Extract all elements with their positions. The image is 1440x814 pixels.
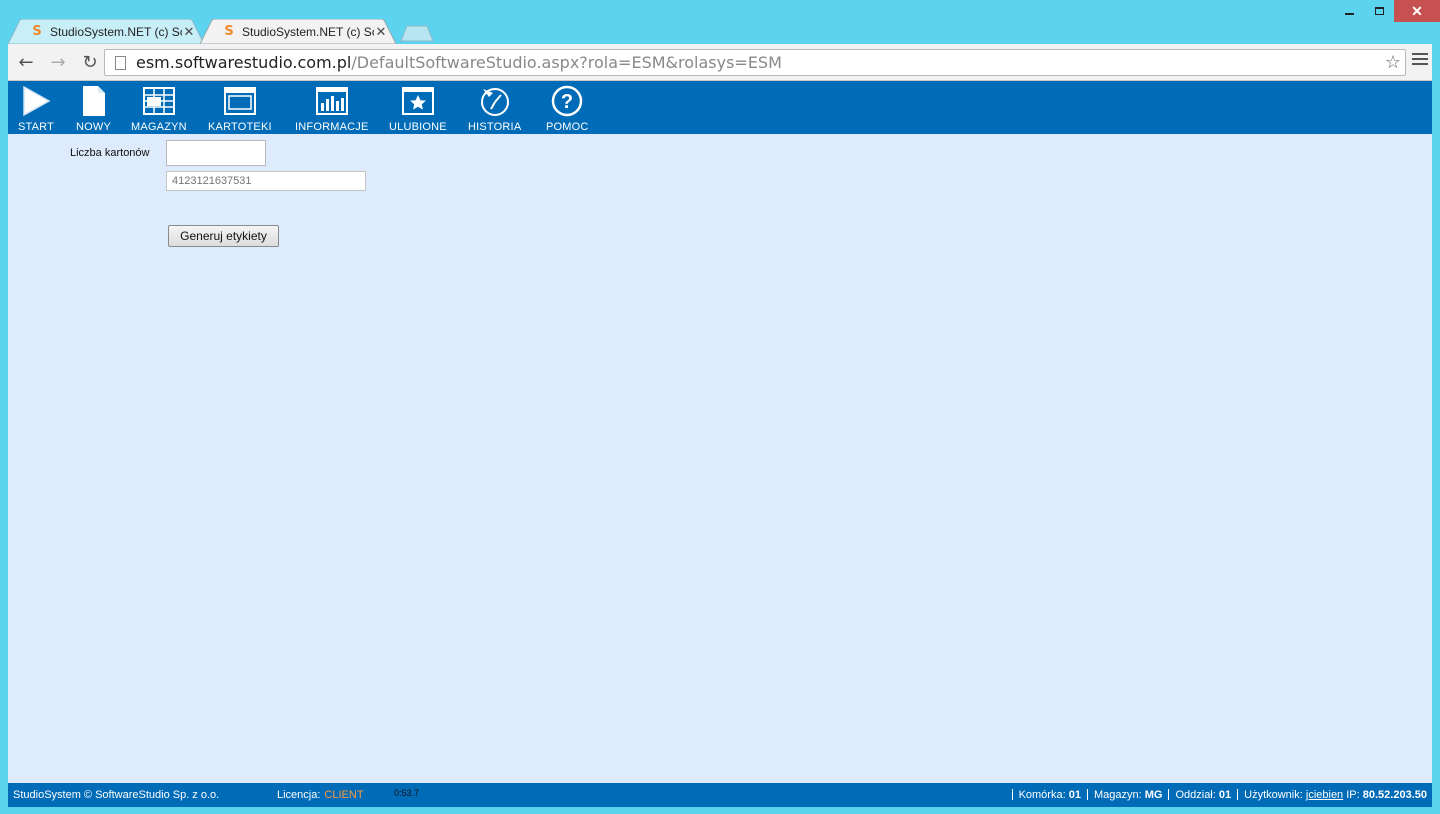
app-navbar: START NOWY MAGAZYN KARTOTEKI INFORMACJE …	[8, 81, 1432, 134]
komorka-value: 01	[1068, 789, 1081, 801]
nav-label: POMOC	[546, 121, 589, 133]
arrow-left-icon: ←	[18, 51, 34, 73]
nav-historia[interactable]: HISTORIA	[468, 84, 521, 133]
history-icon	[478, 84, 512, 118]
bookmark-star-icon[interactable]: ☆	[1385, 52, 1401, 73]
browser-tab-1[interactable]: S StudioSystem.NET (c) Soft ✕	[8, 19, 204, 44]
nav-ulubione[interactable]: ULUBIONE	[389, 84, 447, 133]
browser-tab-2-active[interactable]: S StudioSystem.NET (c) Soft ✕	[200, 19, 396, 44]
reload-button[interactable]: ↻	[76, 48, 104, 76]
studiosystem-favicon-icon: S	[224, 24, 234, 39]
browser-toolbar: ← → ↻ esm.softwarestudio.com.pl/DefaultS…	[8, 44, 1432, 81]
magazyn-value: MG	[1144, 789, 1163, 801]
studiosystem-favicon-icon: S	[32, 24, 42, 39]
license-label: Licencja:	[277, 789, 321, 801]
nav-label: START	[18, 121, 55, 133]
nav-label: INFORMACJE	[295, 121, 369, 133]
arrow-right-icon: →	[50, 51, 66, 73]
url-path: /DefaultSoftwareStudio.aspx?rola=ESM&rol…	[351, 53, 782, 72]
warehouse-grid-icon	[142, 84, 176, 118]
oddzial-label: Oddział:	[1175, 789, 1216, 801]
window-controls: ✕	[1334, 0, 1440, 22]
komorka-label: Komórka:	[1018, 789, 1066, 801]
window-icon	[223, 84, 257, 118]
ip-label: IP:	[1346, 789, 1360, 801]
nav-nowy[interactable]: NOWY	[76, 84, 111, 133]
user-label: Użytkownik:	[1244, 789, 1303, 801]
bar-chart-icon	[315, 84, 349, 118]
nav-pomoc[interactable]: ? POMOC	[546, 84, 589, 133]
nav-start[interactable]: START	[18, 84, 54, 133]
play-icon	[19, 84, 53, 118]
app-container: START NOWY MAGAZYN KARTOTEKI INFORMACJE …	[8, 81, 1432, 807]
cartons-count-input[interactable]	[166, 140, 266, 166]
close-window-button[interactable]: ✕	[1394, 0, 1440, 22]
divider	[1086, 789, 1088, 800]
maximize-button[interactable]	[1364, 0, 1394, 22]
minimize-button[interactable]	[1334, 0, 1364, 22]
nav-label: ULUBIONE	[389, 121, 447, 133]
new-document-icon	[77, 84, 111, 118]
tab-close-icon[interactable]: ✕	[374, 24, 388, 40]
browser-titlebar: S StudioSystem.NET (c) Soft ✕ S StudioSy…	[0, 0, 1440, 44]
footer-copyright: StudioSystem © SoftwareStudio Sp. z o.o.	[13, 789, 220, 801]
nav-informacje[interactable]: INFORMACJE	[295, 84, 369, 133]
address-bar[interactable]: esm.softwarestudio.com.pl/DefaultSoftwar…	[104, 49, 1406, 76]
new-tab-button[interactable]	[400, 25, 434, 42]
tab-close-icon[interactable]: ✕	[182, 24, 196, 40]
nav-magazyn[interactable]: MAGAZYN	[131, 84, 187, 133]
reload-icon: ↻	[82, 51, 98, 73]
nav-kartoteki[interactable]: KARTOTEKI	[208, 84, 272, 133]
nav-label: KARTOTEKI	[208, 121, 272, 133]
ip-value: 80.52.203.50	[1362, 789, 1427, 801]
forward-button[interactable]: →	[44, 48, 72, 76]
app-footer: StudioSystem © SoftwareStudio Sp. z o.o.…	[8, 783, 1432, 807]
minimize-icon	[1344, 13, 1354, 15]
nav-label: HISTORIA	[468, 121, 522, 133]
close-icon: ✕	[1411, 2, 1423, 19]
oddzial-value: 01	[1218, 789, 1232, 801]
license-value: CLIENT	[324, 789, 364, 801]
divider	[1237, 789, 1239, 800]
user-link[interactable]: jciebien	[1306, 789, 1343, 801]
url-host: esm.softwarestudio.com.pl	[136, 53, 352, 72]
magazyn-label: Magazyn:	[1093, 789, 1142, 801]
tab-title: StudioSystem.NET (c) Soft	[50, 24, 182, 39]
svg-text:?: ?	[561, 91, 573, 113]
back-button[interactable]: ←	[12, 48, 40, 76]
nav-label: MAGAZYN	[131, 121, 187, 133]
divider	[1168, 789, 1170, 800]
maximize-icon	[1374, 7, 1384, 15]
browser-menu-button[interactable]	[1412, 53, 1428, 68]
cartons-count-label: Liczba kartonów	[70, 147, 150, 159]
page-icon	[115, 55, 126, 70]
footer-session-info: Komórka: 01 Magazyn: MG Oddział: 01 Użyt…	[1006, 789, 1427, 801]
star-icon	[401, 84, 435, 118]
generate-labels-button[interactable]: Generuj etykiety	[168, 225, 279, 247]
help-icon: ?	[550, 84, 584, 118]
nav-label: NOWY	[76, 121, 112, 133]
footer-license: Licencja: CLIENT	[277, 789, 364, 801]
tab-title: StudioSystem.NET (c) Soft	[242, 24, 374, 39]
divider	[1011, 789, 1013, 800]
carton-code-input[interactable]	[166, 171, 366, 191]
footer-timer: 0:53.7	[394, 788, 420, 798]
